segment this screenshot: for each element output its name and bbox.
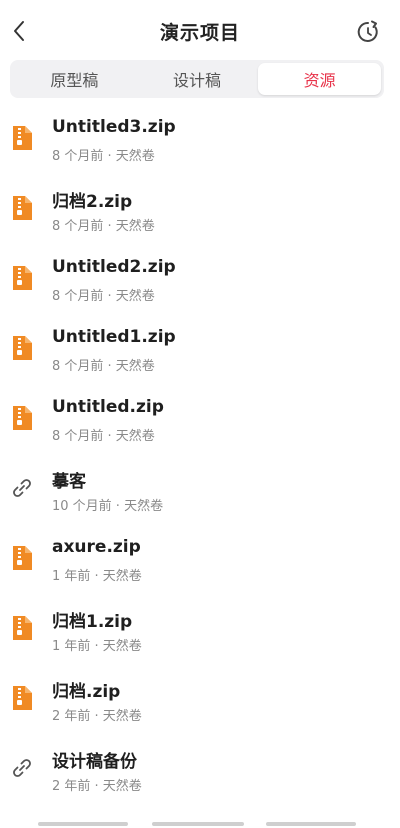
file-name: Untitled.zip — [52, 397, 164, 417]
file-meta: 1 年前 · 天然卷 — [52, 569, 142, 584]
file-meta: 8 个月前 · 天然卷 — [52, 429, 155, 444]
zip-file-icon — [13, 616, 32, 640]
app-header: 演示项目 — [0, 0, 400, 60]
page-title: 演示项目 — [159, 22, 240, 44]
file-meta: 8 个月前 · 天然卷 — [52, 289, 155, 304]
file-meta: 2 年前 · 天然卷 — [52, 709, 142, 724]
list-item[interactable]: 归档.zip 2 年前 · 天然卷 — [0, 663, 400, 733]
list-item[interactable]: Untitled.zip 8 个月前 · 天然卷 — [0, 383, 400, 453]
link-icon — [13, 479, 31, 497]
file-name: 归档.zip — [52, 682, 121, 702]
resource-list: Untitled3.zip 8 个月前 · 天然卷 归档2.zip 8 个月前 … — [0, 103, 400, 803]
file-meta: 8 个月前 · 天然卷 — [52, 359, 155, 374]
list-item[interactable]: 摹客 10 个月前 · 天然卷 — [0, 453, 400, 523]
zip-file-icon — [13, 196, 32, 220]
tab-resources[interactable]: 资源 — [258, 63, 382, 95]
indicator-segment — [152, 822, 244, 826]
list-item[interactable]: axure.zip 1 年前 · 天然卷 — [0, 523, 400, 593]
file-type-icon — [11, 545, 33, 571]
file-name: axure.zip — [52, 537, 141, 557]
file-type-icon — [11, 195, 33, 221]
scroll-indicator — [0, 820, 400, 828]
list-item[interactable]: Untitled1.zip 8 个月前 · 天然卷 — [0, 313, 400, 383]
zip-file-icon — [13, 686, 32, 710]
zip-file-icon — [13, 266, 32, 290]
indicator-segment — [266, 822, 356, 826]
file-meta: 8 个月前 · 天然卷 — [52, 219, 155, 234]
file-meta: 2 年前 · 天然卷 — [52, 779, 142, 794]
tab-design[interactable]: 设计稿 — [136, 63, 259, 95]
file-type-icon — [11, 475, 33, 501]
file-name: 归档1.zip — [52, 612, 133, 632]
file-name: 归档2.zip — [52, 192, 133, 212]
link-icon — [13, 759, 31, 777]
tab-prototype[interactable]: 原型稿 — [13, 63, 136, 95]
list-item[interactable]: Untitled2.zip 8 个月前 · 天然卷 — [0, 243, 400, 313]
zip-file-icon — [13, 126, 32, 150]
file-type-icon — [11, 265, 33, 291]
tab-bar: 原型稿 设计稿 资源 — [10, 60, 384, 98]
zip-file-icon — [13, 546, 32, 570]
file-meta: 8 个月前 · 天然卷 — [52, 149, 155, 164]
zip-file-icon — [13, 336, 32, 360]
file-type-icon — [11, 335, 33, 361]
file-name: Untitled1.zip — [52, 327, 176, 347]
file-type-icon — [11, 685, 33, 711]
file-name: Untitled3.zip — [52, 117, 176, 137]
file-type-icon — [11, 755, 33, 781]
list-item[interactable]: 设计稿备份 2 年前 · 天然卷 — [0, 733, 400, 803]
file-meta: 10 个月前 · 天然卷 — [52, 499, 164, 514]
file-name: 摹客 — [52, 472, 86, 492]
file-name: 设计稿备份 — [52, 752, 137, 772]
indicator-segment — [38, 822, 128, 826]
file-type-icon — [11, 615, 33, 641]
file-name: Untitled2.zip — [52, 257, 176, 277]
list-item[interactable]: Untitled3.zip 8 个月前 · 天然卷 — [0, 103, 400, 173]
list-item[interactable]: 归档2.zip 8 个月前 · 天然卷 — [0, 173, 400, 243]
file-meta: 1 年前 · 天然卷 — [52, 639, 142, 654]
zip-file-icon — [13, 406, 32, 430]
list-item[interactable]: 归档1.zip 1 年前 · 天然卷 — [0, 593, 400, 663]
refresh-button[interactable] — [354, 18, 382, 46]
file-type-icon — [11, 405, 33, 431]
refresh-icon — [357, 20, 378, 42]
file-type-icon — [11, 125, 33, 151]
